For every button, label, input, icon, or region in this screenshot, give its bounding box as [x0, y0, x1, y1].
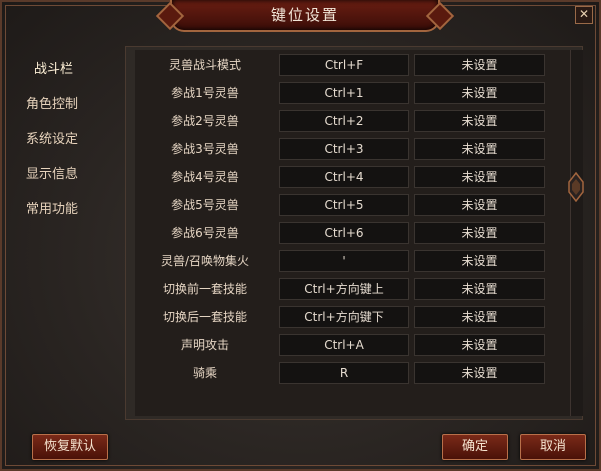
secondary-key-field[interactable]: 未设置 — [414, 54, 545, 76]
table-row: 骑乘 R 未设置 — [135, 360, 545, 384]
primary-key-field[interactable]: ' — [279, 250, 409, 272]
action-label: 灵兽战斗模式 — [168, 58, 241, 72]
sidebar-item-common-functions[interactable]: 常用功能 — [26, 198, 138, 222]
table-row: 参战5号灵兽 Ctrl+5 未设置 — [135, 192, 545, 216]
primary-key-field[interactable]: Ctrl+方向键下 — [279, 306, 409, 328]
action-label: 灵兽/召唤物集火 — [160, 254, 250, 268]
table-row: 灵兽战斗模式 Ctrl+F 未设置 — [135, 52, 545, 76]
action-label: 参战6号灵兽 — [171, 226, 239, 240]
sidebar-item-system-settings[interactable]: 系统设定 — [26, 128, 138, 152]
title-plate: 键位设置 — [170, 0, 440, 32]
primary-key-field[interactable]: Ctrl+3 — [279, 138, 409, 160]
table-row: 参战2号灵兽 Ctrl+2 未设置 — [135, 108, 545, 132]
close-button[interactable]: ✕ — [575, 6, 593, 24]
table-row: 参战3号灵兽 Ctrl+3 未设置 — [135, 136, 545, 160]
sidebar-item-character-control[interactable]: 角色控制 — [26, 93, 138, 117]
scroll-handle-icon — [568, 171, 584, 203]
primary-key-field[interactable]: Ctrl+F — [279, 54, 409, 76]
restore-defaults-button[interactable]: 恢复默认 — [32, 434, 108, 460]
primary-key-field[interactable]: Ctrl+方向键上 — [279, 278, 409, 300]
primary-key-field[interactable]: Ctrl+A — [279, 334, 409, 356]
window-title: 键位设置 — [270, 6, 339, 24]
secondary-key-field[interactable]: 未设置 — [414, 222, 545, 244]
category-sidebar: 战斗栏 角色控制 系统设定 显示信息 常用功能 — [10, 46, 122, 420]
action-label: 参战3号灵兽 — [171, 142, 239, 156]
primary-key-field[interactable]: Ctrl+6 — [279, 222, 409, 244]
sidebar-item-display-info[interactable]: 显示信息 — [26, 163, 138, 187]
action-label: 参战2号灵兽 — [171, 114, 239, 128]
action-label: 声明攻击 — [180, 338, 229, 352]
action-label: 参战1号灵兽 — [171, 86, 239, 100]
secondary-key-field[interactable]: 未设置 — [414, 166, 545, 188]
primary-key-field[interactable]: Ctrl+5 — [279, 194, 409, 216]
scrollbar-thumb[interactable] — [568, 171, 584, 203]
primary-key-field[interactable]: R — [279, 362, 409, 384]
primary-key-field[interactable]: Ctrl+1 — [279, 82, 409, 104]
secondary-key-field[interactable]: 未设置 — [414, 82, 545, 104]
action-label: 切换后一套技能 — [162, 310, 247, 324]
secondary-key-field[interactable]: 未设置 — [414, 334, 545, 356]
secondary-key-field[interactable]: 未设置 — [414, 138, 545, 160]
action-label: 参战5号灵兽 — [171, 198, 239, 212]
action-label: 切换前一套技能 — [162, 282, 247, 296]
table-row: 切换前一套技能 Ctrl+方向键上 未设置 — [135, 276, 545, 300]
keybind-settings-window: 键位设置 ✕ 战斗栏 角色控制 系统设定 显示信息 常用功能 灵兽战斗模式 Ct… — [0, 0, 601, 471]
secondary-key-field[interactable]: 未设置 — [414, 278, 545, 300]
table-row: 灵兽/召唤物集火 ' 未设置 — [135, 248, 545, 272]
table-row: 参战4号灵兽 Ctrl+4 未设置 — [135, 164, 545, 188]
action-label: 骑乘 — [192, 366, 217, 380]
primary-key-field[interactable]: Ctrl+2 — [279, 110, 409, 132]
secondary-key-field[interactable]: 未设置 — [414, 110, 545, 132]
action-label: 参战4号灵兽 — [171, 170, 239, 184]
secondary-key-field[interactable]: 未设置 — [414, 306, 545, 328]
table-row: 参战6号灵兽 Ctrl+6 未设置 — [135, 220, 545, 244]
close-icon: ✕ — [578, 7, 590, 21]
table-row: 切换后一套技能 Ctrl+方向键下 未设置 — [135, 304, 545, 328]
secondary-key-field[interactable]: 未设置 — [414, 194, 545, 216]
secondary-key-field[interactable]: 未设置 — [414, 362, 545, 384]
table-row: 参战1号灵兽 Ctrl+1 未设置 — [135, 80, 545, 104]
confirm-button[interactable]: 确定 — [442, 434, 508, 460]
secondary-key-field[interactable]: 未设置 — [414, 250, 545, 272]
cancel-button[interactable]: 取消 — [520, 434, 586, 460]
table-row: 声明攻击 Ctrl+A 未设置 — [135, 332, 545, 356]
primary-key-field[interactable]: Ctrl+4 — [279, 166, 409, 188]
scrollbar-track[interactable] — [570, 50, 583, 416]
